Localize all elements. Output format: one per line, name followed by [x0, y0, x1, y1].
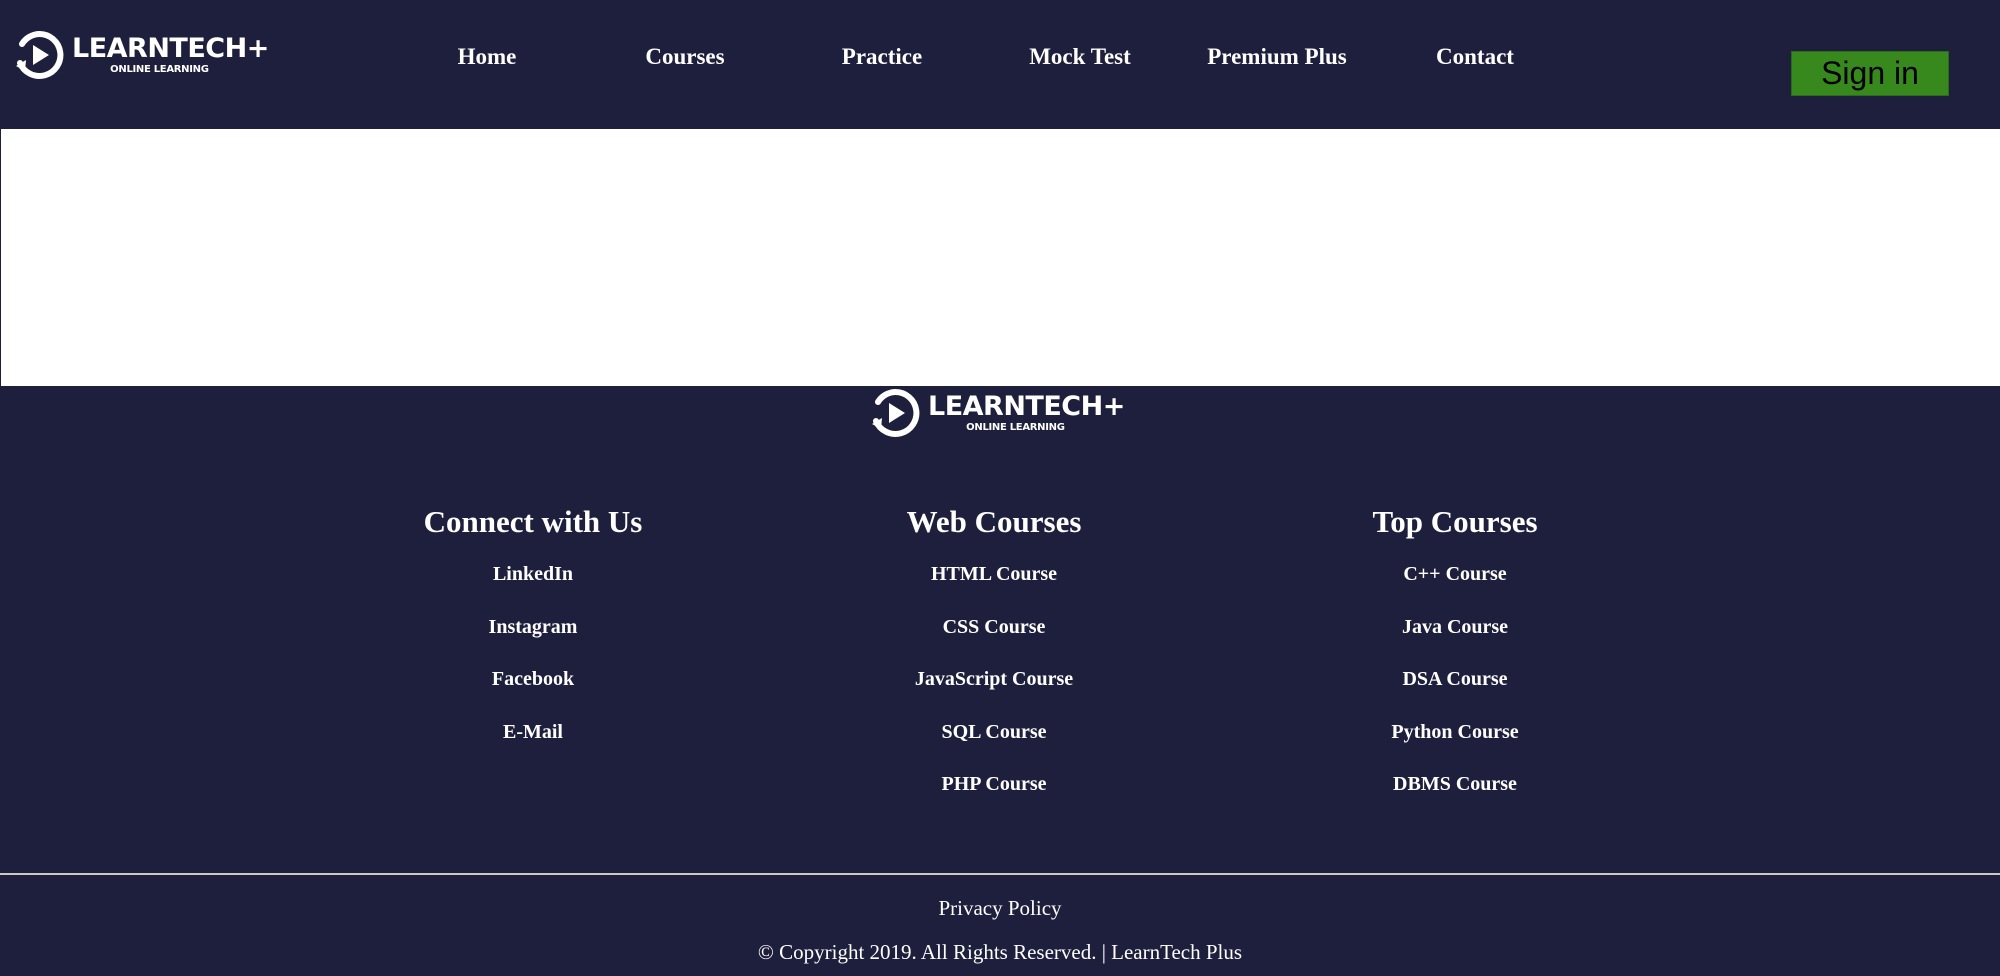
footer-link-html[interactable]: HTML Course [931, 562, 1057, 615]
site-footer: LEARNTECH+ ONLINE LEARNING Connect with … [0, 386, 2000, 976]
footer-link-email[interactable]: E-Mail [503, 720, 563, 773]
nav-premium-plus[interactable]: Premium Plus [1187, 44, 1367, 70]
column-heading: Web Courses [906, 504, 1082, 539]
footer-column-top-courses: Top Courses C++ Course Java Course DSA C… [1255, 504, 1655, 825]
footer-logo[interactable]: LEARNTECH+ ONLINE LEARNING [870, 388, 1125, 438]
main-content [0, 129, 2000, 386]
footer-link-sql[interactable]: SQL Course [941, 720, 1046, 773]
nav-practice[interactable]: Practice [792, 44, 972, 70]
footer-link-instagram[interactable]: Instagram [489, 615, 578, 668]
footer-link-linkedin[interactable]: LinkedIn [493, 562, 573, 615]
footer-column-connect: Connect with Us LinkedIn Instagram Faceb… [333, 504, 733, 772]
footer-link-python[interactable]: Python Course [1391, 720, 1518, 773]
site-header: LEARNTECH+ ONLINE LEARNING Home Courses … [0, 0, 2000, 129]
footer-link-dsa[interactable]: DSA Course [1402, 667, 1507, 720]
nav-home[interactable]: Home [397, 44, 577, 70]
privacy-policy-link[interactable]: Privacy Policy [938, 896, 1061, 920]
footer-divider [0, 873, 2000, 875]
brand-name: LEARNTECH+ [928, 391, 1125, 422]
nav-contact[interactable]: Contact [1385, 44, 1565, 70]
footer-link-javascript[interactable]: JavaScript Course [915, 667, 1073, 720]
footer-link-php[interactable]: PHP Course [942, 772, 1047, 825]
play-circle-icon [870, 388, 920, 438]
footer-link-facebook[interactable]: Facebook [492, 667, 574, 720]
footer-link-java[interactable]: Java Course [1402, 615, 1508, 668]
nav-courses[interactable]: Courses [595, 44, 775, 70]
footer-column-web-courses: Web Courses HTML Course CSS Course JavaS… [794, 504, 1194, 825]
brand-tagline: ONLINE LEARNING [966, 422, 1065, 433]
footer-link-dbms[interactable]: DBMS Course [1393, 772, 1517, 825]
footer-link-css[interactable]: CSS Course [943, 615, 1046, 668]
privacy-row: Privacy Policy [0, 896, 2000, 921]
column-heading: Top Courses [1372, 504, 1538, 539]
nav-mock-test[interactable]: Mock Test [990, 44, 1170, 70]
column-heading: Connect with Us [423, 504, 643, 539]
sign-in-button[interactable]: Sign in [1791, 51, 1949, 96]
main-nav: Home Courses Practice Mock Test Premium … [0, 44, 2000, 76]
footer-link-cpp[interactable]: C++ Course [1403, 562, 1506, 615]
copyright-text: © Copyright 2019. All Rights Reserved. |… [757, 940, 1243, 964]
